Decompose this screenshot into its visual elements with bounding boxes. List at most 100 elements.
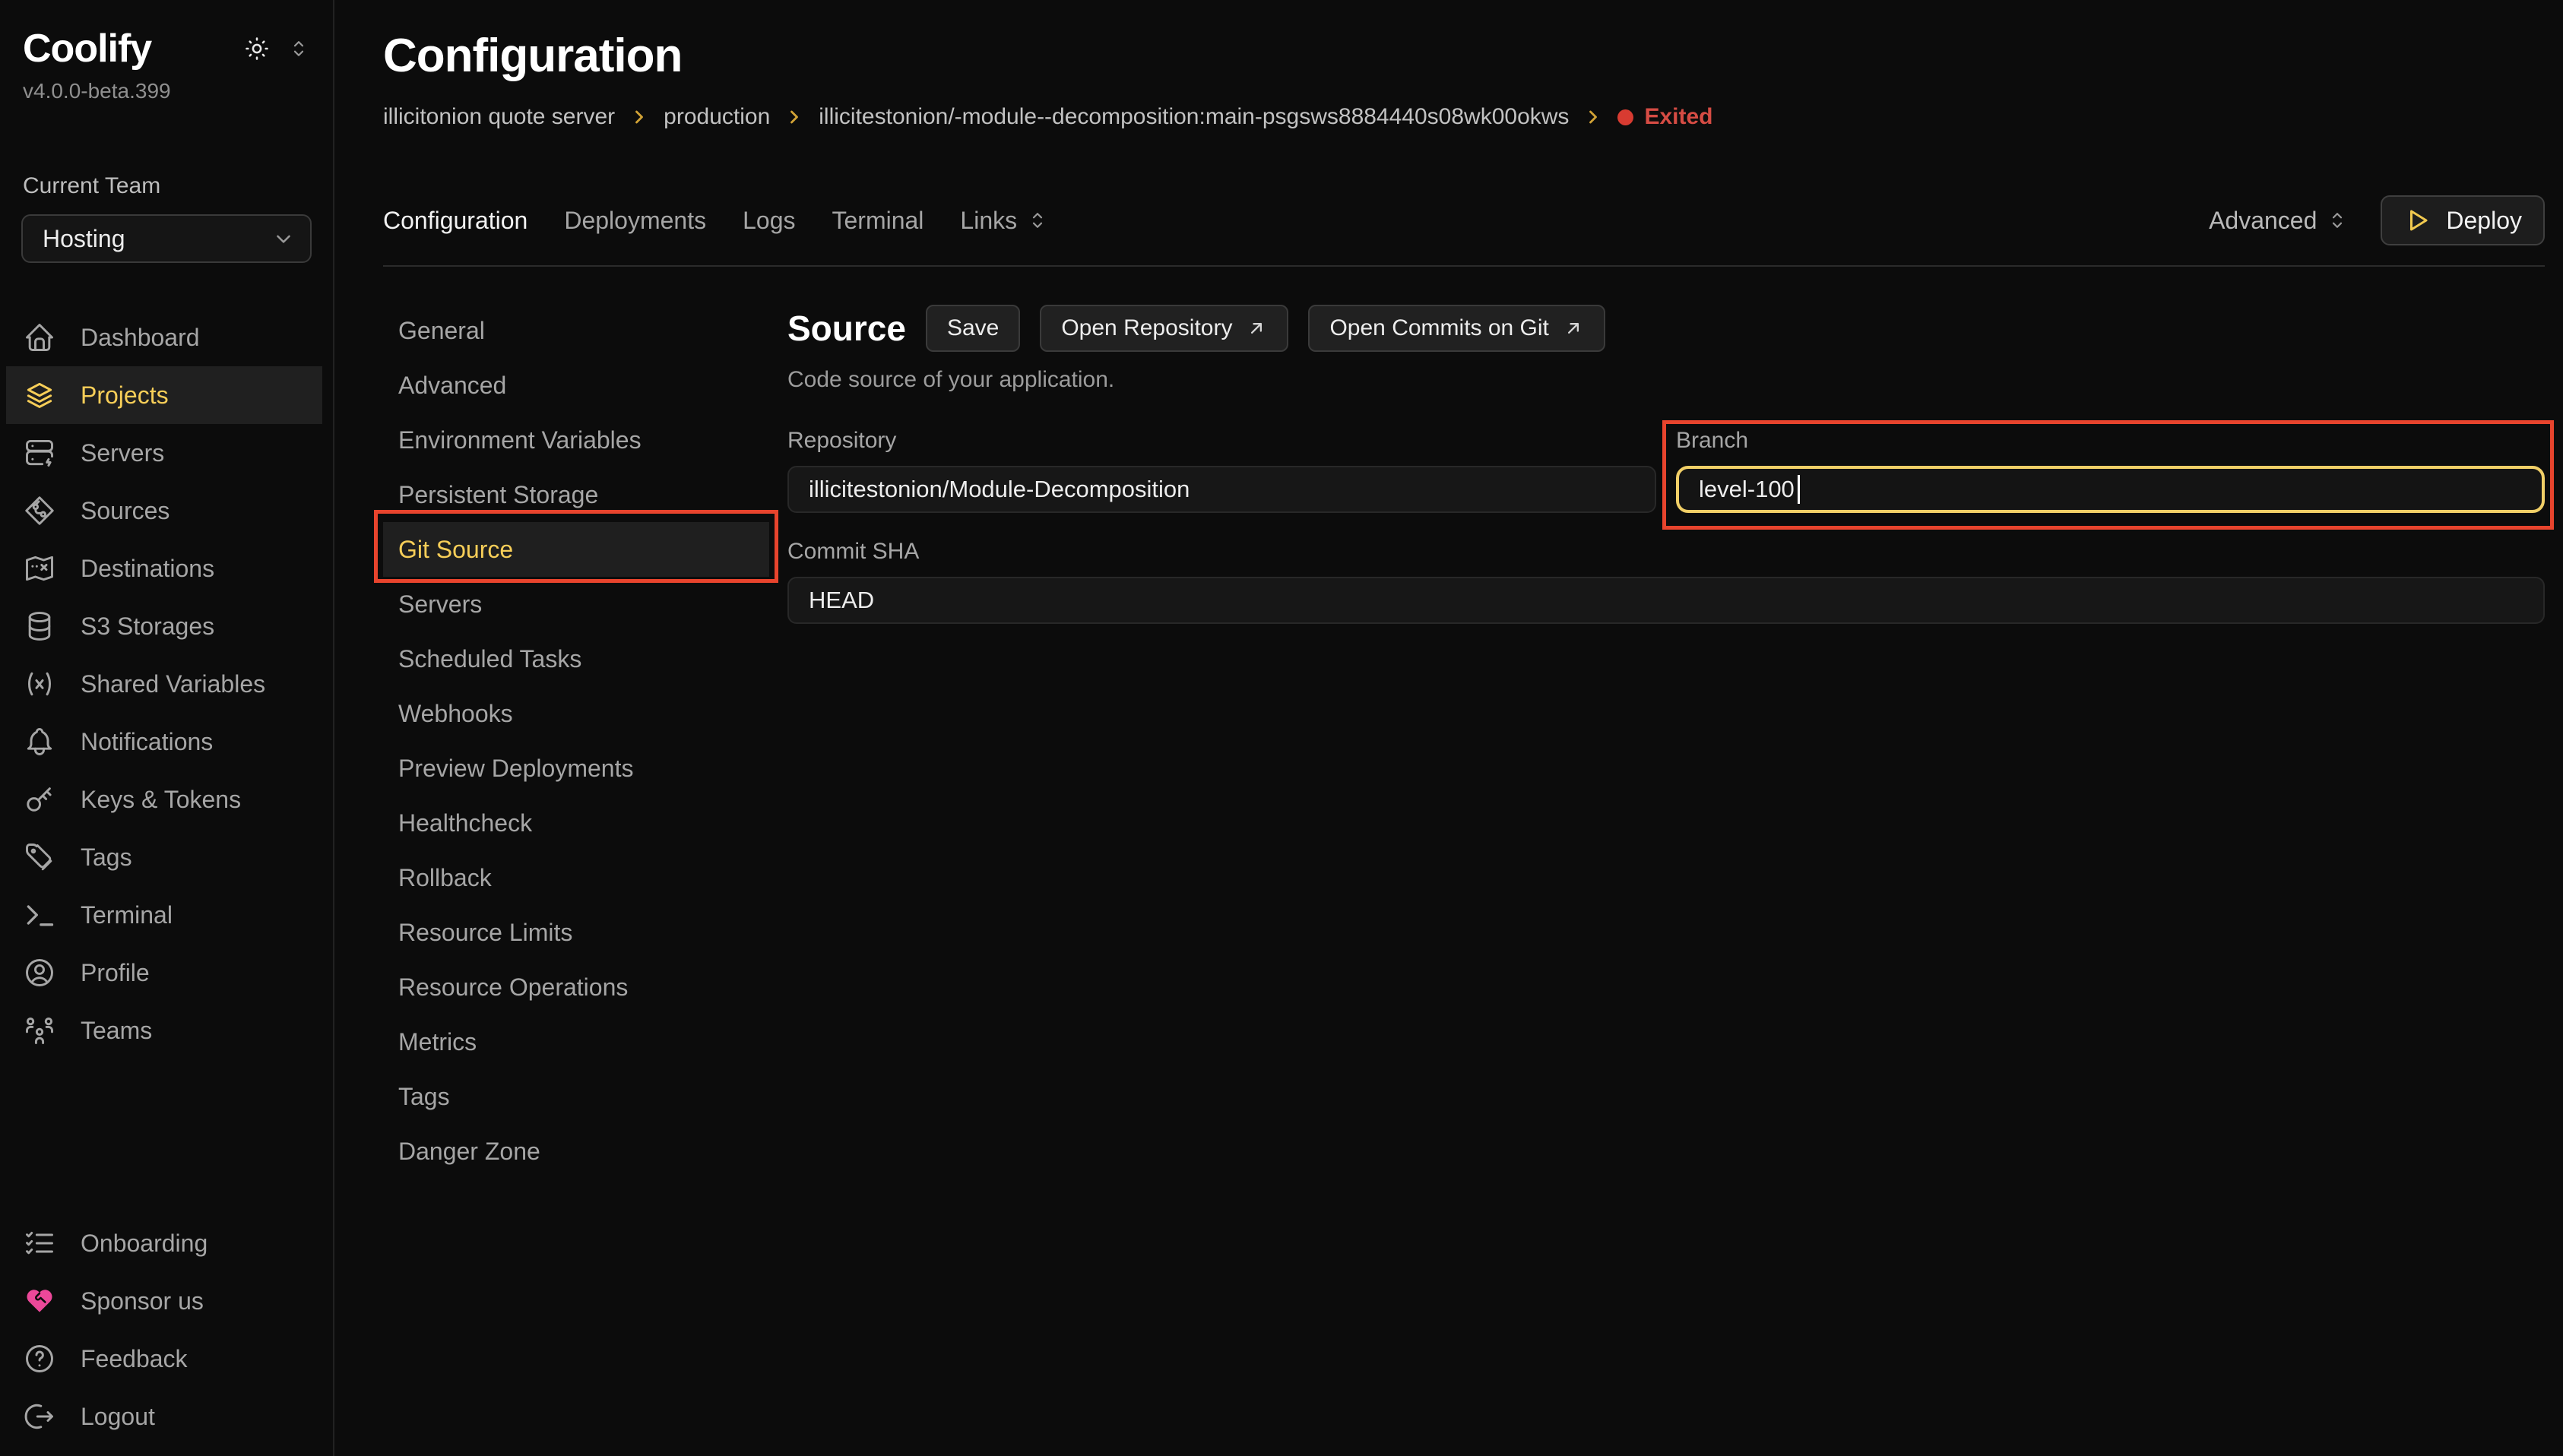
sidebar-item-label: Tags	[81, 844, 132, 872]
sidebar-item-sponsor[interactable]: Sponsor us	[0, 1272, 322, 1330]
home-icon	[23, 321, 56, 354]
branch-input[interactable]: level-100	[1676, 466, 2545, 513]
checklist-icon	[23, 1227, 56, 1260]
subnav-item-metrics[interactable]: Metrics	[383, 1014, 769, 1069]
subnav-item-danger-zone[interactable]: Danger Zone	[383, 1124, 769, 1179]
subnav-item-healthcheck[interactable]: Healthcheck	[383, 796, 769, 850]
subnav-item-servers[interactable]: Servers	[383, 577, 769, 631]
subnav-item-resource-operations[interactable]: Resource Operations	[383, 960, 769, 1014]
tag-icon	[23, 840, 56, 874]
sidebar-item-servers[interactable]: Servers	[0, 424, 322, 482]
status-dot-icon	[1617, 109, 1633, 125]
subnav-item-preview-deployments[interactable]: Preview Deployments	[383, 741, 769, 796]
sidebar-item-label: Notifications	[81, 728, 213, 756]
bell-icon	[23, 725, 56, 758]
sidebar-item-feedback[interactable]: Feedback	[0, 1330, 322, 1388]
status-text: Exited	[1644, 104, 1712, 130]
sidebar-item-logout[interactable]: Logout	[0, 1388, 322, 1445]
save-button[interactable]: Save	[926, 305, 1020, 352]
breadcrumb-project[interactable]: illicitonion quote server	[383, 104, 615, 130]
tabs-right-controls: Advanced Deploy	[2209, 195, 2545, 245]
team-select-value: Hosting	[43, 225, 125, 253]
sidebar-item-label: Projects	[81, 381, 169, 410]
sidebar-item-label: Keys & Tokens	[81, 786, 241, 814]
subnav-item-general[interactable]: General	[383, 303, 769, 358]
sidebar-item-label: S3 Storages	[81, 612, 214, 641]
subnav-item-environment-variables[interactable]: Environment Variables	[383, 413, 769, 467]
subnav-item-rollback[interactable]: Rollback	[383, 850, 769, 905]
tab-logs[interactable]: Logs	[743, 207, 795, 235]
sidebar-item-s3-storages[interactable]: S3 Storages	[0, 597, 322, 655]
sidebar: Coolify v4.0.0-beta.399 Current Team Hos…	[0, 0, 334, 1456]
variable-icon	[23, 667, 56, 701]
config-subnav: General Advanced Environment Variables P…	[383, 267, 787, 1456]
sidebar-item-projects[interactable]: Projects	[6, 366, 322, 424]
sun-icon[interactable]	[243, 35, 271, 62]
terminal-icon	[23, 898, 56, 932]
commit-sha-input[interactable]: HEAD	[787, 577, 2545, 624]
sidebar-item-label: Feedback	[81, 1345, 188, 1373]
team-select[interactable]: Hosting	[21, 214, 312, 263]
heart-icon	[23, 1284, 56, 1318]
sidebar-item-shared-variables[interactable]: Shared Variables	[0, 655, 322, 713]
sidebar-item-label: Shared Variables	[81, 670, 265, 698]
sidebar-item-profile[interactable]: Profile	[0, 944, 322, 1002]
sidebar-item-label: Dashboard	[81, 324, 200, 352]
chevron-right-icon	[629, 106, 650, 128]
selector-icon	[1026, 209, 1049, 232]
sidebar-bottom-nav: Onboarding Sponsor us Feedback Logout	[0, 1214, 333, 1450]
subnav-item-persistent-storage[interactable]: Persistent Storage	[383, 467, 769, 522]
tabs: Configuration Deployments Logs Terminal …	[383, 207, 1049, 235]
repository-input[interactable]: illicitestonion/Module-Decomposition	[787, 466, 1656, 513]
deploy-button[interactable]: Deploy	[2381, 195, 2545, 245]
tab-terminal[interactable]: Terminal	[832, 207, 924, 235]
sidebar-item-label: Onboarding	[81, 1230, 208, 1258]
sidebar-item-label: Sources	[81, 497, 169, 525]
git-source-form: Source Save Open Repository Open Commits…	[787, 267, 2545, 1456]
tab-configuration[interactable]: Configuration	[383, 207, 527, 235]
tab-links[interactable]: Links	[960, 207, 1049, 235]
subnav-item-git-source[interactable]: Git Source	[383, 522, 769, 577]
sidebar-item-destinations[interactable]: Destinations	[0, 540, 322, 597]
subnav-item-advanced[interactable]: Advanced	[383, 358, 769, 413]
breadcrumb-application[interactable]: illicitestonion/-module--decomposition:m…	[819, 104, 1569, 130]
sidebar-item-tags[interactable]: Tags	[0, 828, 322, 886]
source-fields: Repository illicitestonion/Module-Decomp…	[787, 428, 2545, 513]
users-group-icon	[23, 1014, 56, 1047]
current-team-label: Current Team	[23, 173, 310, 199]
sidebar-item-onboarding[interactable]: Onboarding	[0, 1214, 322, 1272]
sidebar-item-terminal[interactable]: Terminal	[0, 886, 322, 944]
tab-deployments[interactable]: Deployments	[564, 207, 706, 235]
selector-icon[interactable]	[287, 37, 310, 60]
chevron-down-icon	[272, 227, 295, 250]
tabs-row: Configuration Deployments Logs Terminal …	[383, 195, 2545, 267]
repository-label: Repository	[787, 428, 1656, 454]
app-logo: Coolify	[23, 26, 151, 71]
sidebar-item-teams[interactable]: Teams	[0, 1002, 322, 1059]
external-link-icon	[1246, 318, 1267, 339]
layers-icon	[23, 378, 56, 412]
help-circle-icon	[23, 1342, 56, 1375]
advanced-dropdown[interactable]: Advanced	[2209, 207, 2349, 235]
play-icon	[2403, 207, 2431, 234]
sidebar-item-label: Logout	[81, 1403, 155, 1431]
breadcrumb: illicitonion quote server production ill…	[383, 104, 2545, 130]
sidebar-item-keys-tokens[interactable]: Keys & Tokens	[0, 771, 322, 828]
sidebar-item-label: Servers	[81, 439, 164, 467]
logout-icon	[23, 1400, 56, 1433]
page-title: Configuration	[383, 29, 2545, 83]
subnav-item-tags[interactable]: Tags	[383, 1069, 769, 1124]
subnav-item-resource-limits[interactable]: Resource Limits	[383, 905, 769, 960]
subnav-item-scheduled-tasks[interactable]: Scheduled Tasks	[383, 631, 769, 686]
open-repository-button[interactable]: Open Repository	[1040, 305, 1288, 352]
text-cursor	[1798, 475, 1800, 504]
chevron-right-icon	[1582, 106, 1604, 128]
source-header: Source Save Open Repository Open Commits…	[787, 305, 2545, 352]
subnav-item-webhooks[interactable]: Webhooks	[383, 686, 769, 741]
sidebar-item-dashboard[interactable]: Dashboard	[0, 309, 322, 366]
selector-icon	[2326, 209, 2349, 232]
sidebar-item-notifications[interactable]: Notifications	[0, 713, 322, 771]
sidebar-item-sources[interactable]: Sources	[0, 482, 322, 540]
breadcrumb-environment[interactable]: production	[664, 104, 770, 130]
open-commits-button[interactable]: Open Commits on Git	[1308, 305, 1605, 352]
